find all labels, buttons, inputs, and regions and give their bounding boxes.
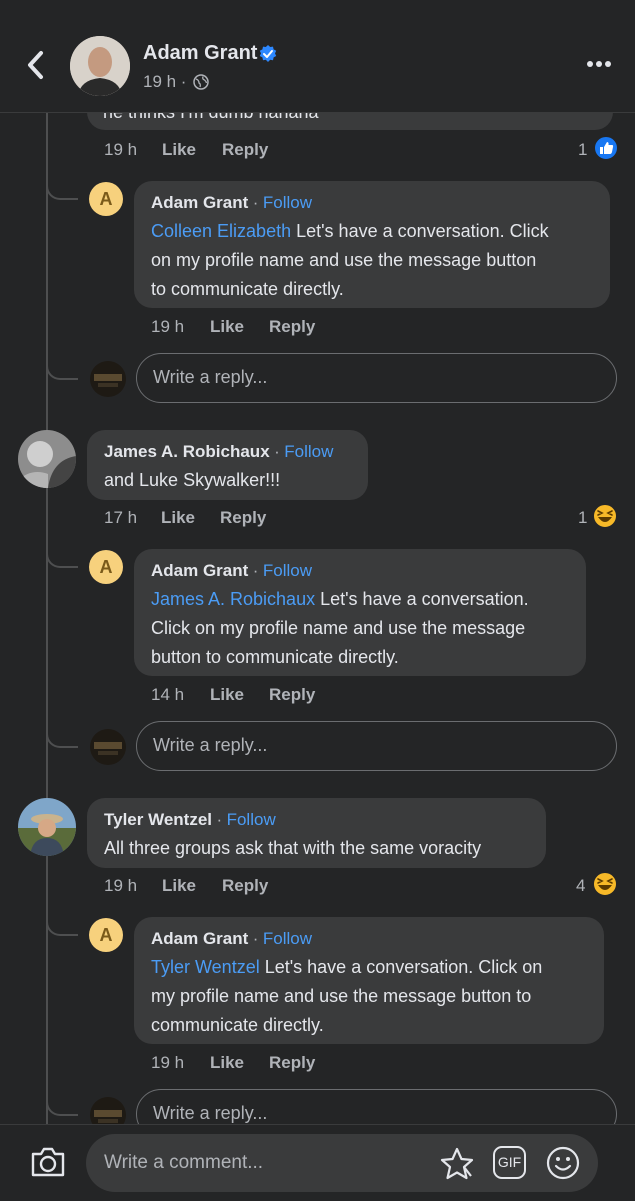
haha-reaction-icon[interactable] — [592, 503, 618, 529]
comment-text: to communicate directly. — [151, 279, 344, 299]
comment-author[interactable]: Adam Grant — [151, 561, 248, 580]
separator-dot: · — [252, 561, 259, 580]
haha-reaction-icon[interactable] — [592, 871, 618, 897]
comment-text: and Luke Skywalker!!! — [104, 470, 281, 490]
comment-bubble: Adam Grant · Follow Colleen Elizabeth Le… — [134, 181, 610, 308]
comment-bubble: Adam Grant · Follow Tyler Wentzel Let's … — [134, 917, 604, 1044]
follow-link[interactable]: Follow — [284, 442, 333, 461]
comment-text: button to communicate directly. — [151, 647, 399, 667]
avatar[interactable]: A — [89, 918, 123, 952]
post-header: Adam Grant 19 h · — [0, 0, 635, 113]
camera-icon[interactable] — [29, 1145, 67, 1179]
reply-button[interactable]: Reply — [269, 685, 315, 705]
comment-bubble: James A. Robichaux · Follow and Luke Sky… — [87, 430, 368, 500]
mention-link[interactable]: Colleen Elizabeth — [151, 221, 291, 241]
thread-connector — [46, 518, 78, 568]
comment-text: communicate directly. — [151, 1015, 324, 1035]
separator-dot: · — [252, 193, 259, 212]
comment-time: 19 h — [104, 876, 138, 895]
mention-link[interactable]: Tyler Wentzel — [151, 957, 260, 977]
back-arrow-icon[interactable] — [22, 48, 50, 82]
comment-author[interactable]: Adam Grant — [151, 929, 248, 948]
separator-dot: · — [252, 929, 259, 948]
thread-connector — [46, 150, 78, 200]
reply-button[interactable]: Reply — [222, 876, 268, 896]
comment-text: Let's have a conversation. Click on — [259, 957, 543, 977]
comment-time: 19 h — [151, 1053, 185, 1072]
sticker-icon[interactable] — [438, 1146, 476, 1182]
thread-connector — [46, 1066, 78, 1116]
like-button[interactable]: Like — [210, 685, 244, 705]
comment-bubble: Adam Grant · Follow James A. Robichaux L… — [134, 549, 586, 676]
like-button[interactable]: Like — [162, 140, 196, 160]
follow-link[interactable]: Follow — [227, 810, 276, 829]
comment-author[interactable]: James A. Robichaux — [104, 442, 270, 461]
reply-button[interactable]: Reply — [222, 140, 268, 160]
gif-button[interactable]: GIF — [493, 1146, 526, 1179]
comment-input[interactable]: Write a comment... GIF — [86, 1134, 598, 1192]
comment-text: my profile name and use the message butt… — [151, 986, 532, 1006]
comment-bubble: Tyler Wentzel · Follow All three groups … — [87, 798, 546, 868]
reaction-count: 4 — [576, 876, 586, 895]
reply-button[interactable]: Reply — [220, 508, 266, 528]
author-name[interactable]: Adam Grant — [143, 42, 257, 65]
comment-input-placeholder: Write a comment... — [104, 1152, 264, 1173]
like-button[interactable]: Like — [210, 317, 244, 337]
follow-link[interactable]: Follow — [263, 193, 312, 212]
comment-composer: Write a comment... GIF — [0, 1124, 635, 1201]
verified-badge-icon — [259, 45, 277, 62]
like-button[interactable]: Like — [210, 1053, 244, 1073]
comment-text: All three groups ask that with the same … — [104, 838, 482, 858]
reply-button[interactable]: Reply — [269, 1053, 315, 1073]
like-button[interactable]: Like — [161, 508, 195, 528]
user-avatar[interactable] — [18, 430, 76, 488]
reaction-count: 1 — [578, 140, 588, 159]
comment-author[interactable]: Tyler Wentzel — [104, 810, 212, 829]
comment-text: Let's have a conversation. — [315, 589, 529, 609]
reaction-count: 1 — [578, 508, 588, 527]
separator-dot: · — [216, 810, 223, 829]
reply-button[interactable]: Reply — [269, 317, 315, 337]
comment-time: 19 h — [151, 317, 185, 336]
globe-icon — [193, 74, 209, 90]
like-button[interactable]: Like — [162, 876, 196, 896]
comment-time: 17 h — [104, 508, 138, 527]
more-options-icon[interactable] — [586, 60, 612, 68]
avatar[interactable]: A — [89, 550, 123, 584]
emoji-icon[interactable] — [545, 1145, 581, 1181]
separator-dot: · — [274, 442, 280, 461]
comment-time: 14 h — [151, 685, 185, 704]
comment-author[interactable]: Adam Grant — [151, 193, 248, 212]
avatar[interactable]: A — [89, 182, 123, 216]
thread-connector — [46, 886, 78, 936]
user-avatar[interactable] — [18, 798, 76, 856]
mention-link[interactable]: James A. Robichaux — [151, 589, 315, 609]
author-avatar[interactable] — [70, 36, 130, 96]
comment-time: 19 h — [104, 140, 138, 159]
post-timestamp: 19 h · — [143, 72, 187, 91]
gif-label: GIF — [497, 1154, 522, 1170]
thread-connector — [46, 698, 78, 748]
follow-link[interactable]: Follow — [263, 561, 312, 580]
like-reaction-icon[interactable] — [593, 135, 619, 161]
user-avatar[interactable] — [90, 361, 126, 397]
comment-text: Let's have a conversation. Click — [291, 221, 549, 241]
follow-link[interactable]: Follow — [263, 929, 312, 948]
comment-text: on my profile name and use the message b… — [151, 250, 537, 270]
reply-input[interactable]: Write a reply... — [136, 721, 617, 771]
comment-text: Click on my profile name and use the mes… — [151, 618, 526, 638]
thread-connector — [46, 330, 78, 380]
reply-input[interactable]: Write a reply... — [136, 353, 617, 403]
user-avatar[interactable] — [90, 729, 126, 765]
